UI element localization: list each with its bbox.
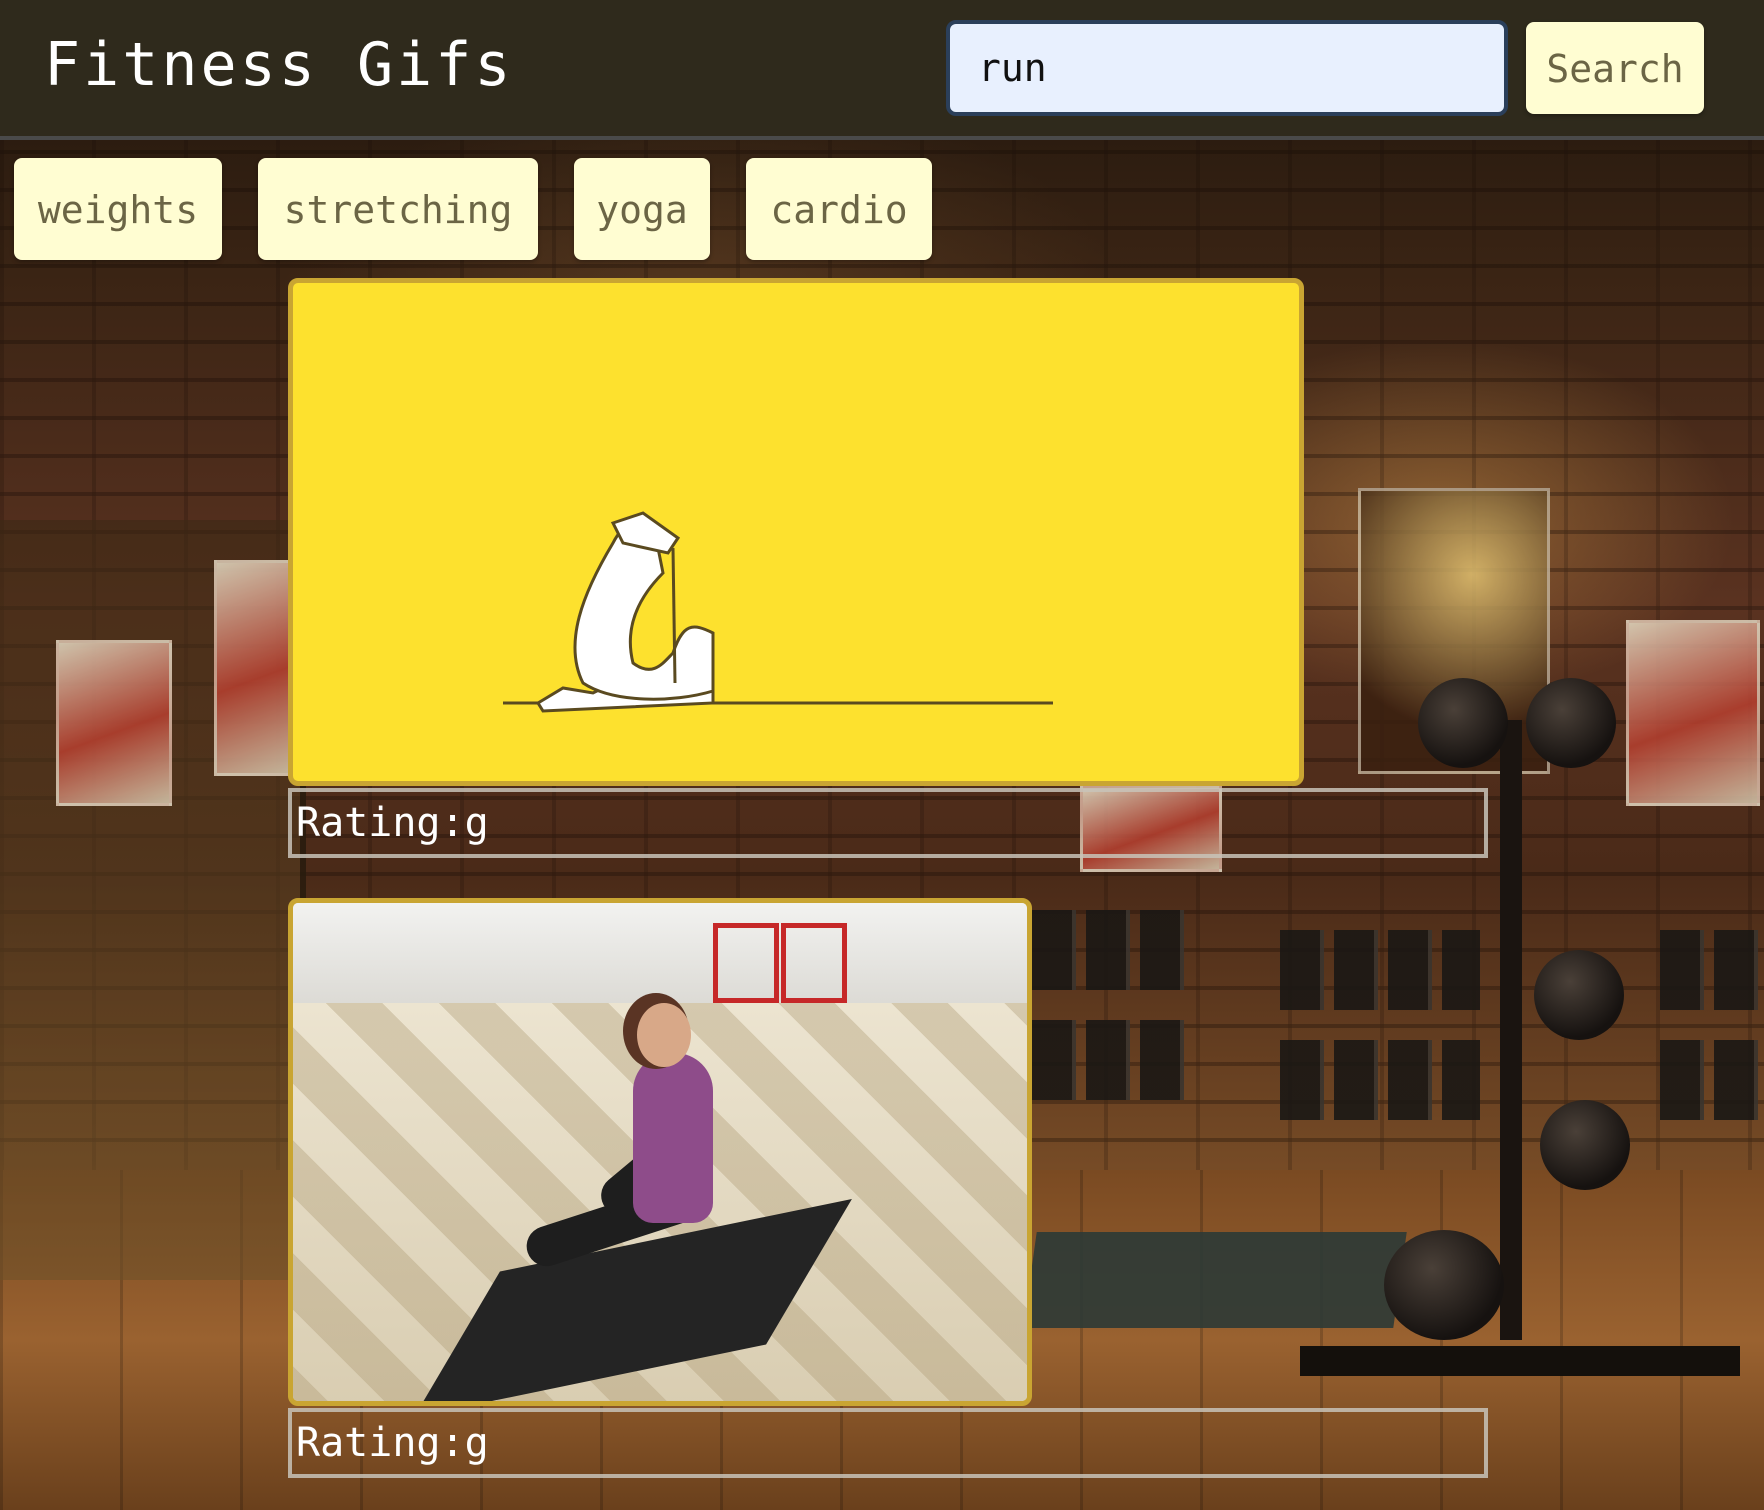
- topic-button-yoga[interactable]: yoga: [574, 158, 710, 260]
- dumbbell-rack: [1280, 930, 1480, 1010]
- topic-button-weights[interactable]: weights: [14, 158, 222, 260]
- search-button[interactable]: Search: [1526, 22, 1704, 114]
- header-bar: Fitness Gifs Search: [0, 0, 1764, 140]
- floor-mat: [1023, 1232, 1407, 1328]
- medicine-ball-rack-base: [1300, 1346, 1740, 1376]
- dumbbell-rack: [1660, 1040, 1764, 1120]
- wall-poster: [214, 560, 294, 776]
- medicine-ball: [1540, 1100, 1630, 1190]
- search-input[interactable]: [946, 20, 1508, 116]
- medicine-ball: [1384, 1230, 1504, 1340]
- medicine-ball: [1526, 678, 1616, 768]
- gif-result-image[interactable]: [288, 278, 1304, 786]
- plyo-box: [713, 923, 779, 1003]
- person-torso: [633, 1053, 713, 1223]
- wall-poster: [1626, 620, 1760, 806]
- topic-button-cardio[interactable]: cardio: [746, 158, 932, 260]
- rating-label: Rating:g: [288, 1408, 1488, 1478]
- dumbbell-rack: [1660, 930, 1764, 1010]
- gif-result-image[interactable]: [288, 898, 1032, 1406]
- rating-label: Rating:g: [288, 788, 1488, 858]
- dumbbell-rack: [1280, 1040, 1480, 1120]
- medicine-ball: [1418, 678, 1508, 768]
- medicine-ball-rack: [1500, 720, 1522, 1340]
- plyo-box: [781, 923, 847, 1003]
- medicine-ball: [1534, 950, 1624, 1040]
- stretch-cartoon-graphic: [503, 511, 1053, 713]
- dumbbell-rack: [1032, 1020, 1192, 1100]
- wall-poster: [56, 640, 172, 806]
- topic-button-stretching[interactable]: stretching: [258, 158, 538, 260]
- dumbbell-rack: [1032, 910, 1192, 990]
- app-title: Fitness Gifs: [44, 30, 514, 100]
- person-head: [637, 1003, 691, 1067]
